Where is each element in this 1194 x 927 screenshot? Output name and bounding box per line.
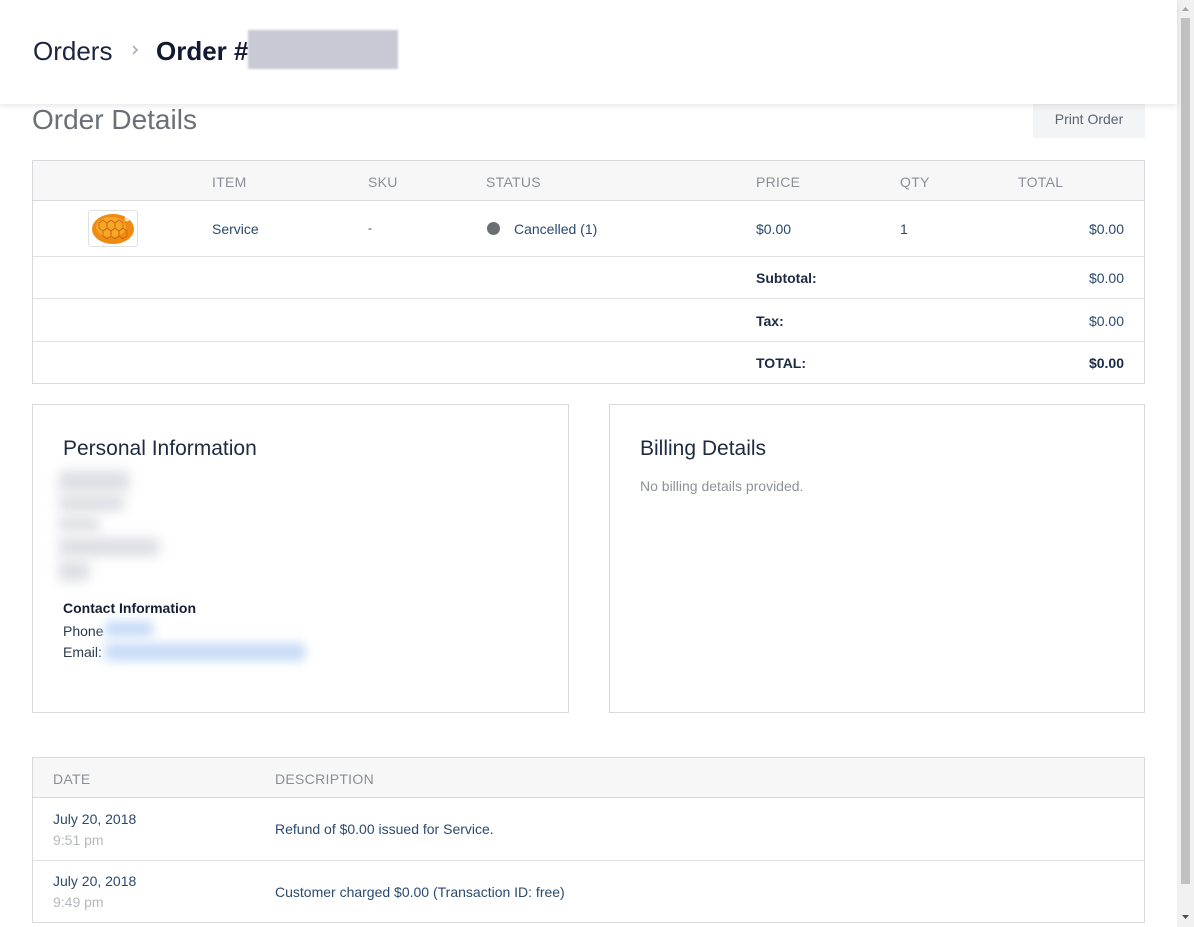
status-dot-icon — [487, 222, 500, 235]
redacted-address-line — [59, 538, 159, 556]
breadcrumb-orders-link[interactable]: Orders — [33, 36, 112, 67]
breadcrumb-current-order: Order # — [156, 36, 249, 66]
item-name-link[interactable]: Service — [212, 221, 259, 237]
redacted-address-line — [59, 561, 89, 581]
order-history-table: DATE DESCRIPTION July 20, 2018 9:51 pm R… — [32, 757, 1145, 923]
contact-information-heading: Contact Information — [63, 600, 196, 616]
history-date: July 20, 2018 — [53, 811, 137, 827]
redacted-phone[interactable] — [105, 621, 153, 637]
history-description: Customer charged $0.00 (Transaction ID: … — [275, 884, 565, 900]
row-divider — [33, 860, 1144, 861]
tax-label: Tax: — [756, 313, 784, 329]
subtotal-label: Subtotal: — [756, 270, 817, 286]
column-header-qty: QTY — [900, 174, 930, 190]
scroll-down-arrow-icon[interactable] — [1181, 912, 1190, 922]
history-date: July 20, 2018 — [53, 873, 137, 889]
row-divider — [33, 341, 1144, 342]
print-order-button[interactable]: Print Order — [1033, 100, 1145, 138]
tax-value: $0.00 — [1088, 313, 1124, 329]
column-header-date: DATE — [53, 771, 91, 787]
billing-details-title: Billing Details — [640, 437, 767, 460]
row-divider — [33, 256, 1144, 257]
billing-details-panel: Billing Details No billing details provi… — [609, 404, 1145, 713]
redacted-address-line — [59, 517, 99, 531]
page-title: Order Details — [32, 104, 197, 135]
item-qty: 1 — [900, 221, 908, 237]
redacted-address-line — [59, 495, 124, 511]
column-header-item: ITEM — [212, 174, 247, 190]
item-price: $0.00 — [756, 221, 792, 237]
column-header-price: PRICE — [756, 174, 801, 190]
personal-information-panel: Personal Information Contact Information… — [32, 404, 569, 713]
total-label: TOTAL: — [756, 355, 807, 371]
chevron-right-icon — [132, 45, 139, 55]
scrollbar-thumb[interactable] — [1181, 18, 1190, 884]
total-value: $0.00 — [1088, 355, 1124, 371]
scroll-up-arrow-icon[interactable] — [1181, 4, 1190, 14]
phone-label: Phone — [63, 623, 104, 639]
page-header: Orders Order # — [0, 0, 1177, 104]
table-header: ITEM SKU STATUS PRICE QTY TOTAL — [33, 161, 1144, 201]
item-status: Cancelled (1) — [514, 221, 598, 237]
order-items-table: ITEM SKU STATUS PRICE QTY TOTAL Service … — [32, 160, 1145, 384]
personal-information-title: Personal Information — [63, 437, 257, 460]
history-time: 9:51 pm — [53, 832, 104, 848]
history-description: Refund of $0.00 issued for Service. — [275, 821, 494, 837]
row-divider — [33, 298, 1144, 299]
product-thumbnail — [88, 210, 138, 247]
column-header-sku: SKU — [368, 174, 398, 190]
email-label: Email: — [63, 644, 102, 660]
column-header-description: DESCRIPTION — [275, 771, 374, 787]
subtotal-value: $0.00 — [1088, 270, 1124, 286]
table-header: DATE DESCRIPTION — [33, 758, 1144, 798]
column-header-total: TOTAL — [1018, 174, 1064, 190]
redacted-order-number — [248, 30, 398, 69]
item-sku: - — [368, 221, 372, 235]
vertical-scrollbar[interactable] — [1177, 0, 1194, 927]
honeycomb-image — [92, 214, 134, 244]
redacted-email-link[interactable] — [105, 643, 305, 661]
item-total: $0.00 — [1088, 221, 1124, 237]
redacted-name — [59, 471, 129, 491]
history-time: 9:49 pm — [53, 894, 104, 910]
billing-empty-message: No billing details provided. — [640, 478, 804, 494]
column-header-status: STATUS — [486, 174, 541, 190]
